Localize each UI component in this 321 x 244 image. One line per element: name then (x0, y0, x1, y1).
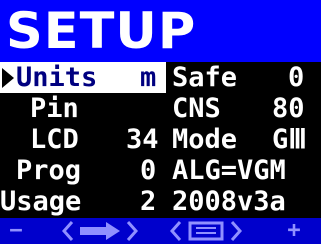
lcd-label: LCD (30, 124, 79, 155)
menu-row-units[interactable]: Units m Safe 0 (0, 62, 321, 93)
safe-value: 0 (288, 62, 305, 93)
menu-icon (170, 221, 243, 241)
mode-value: GⅢ (272, 124, 307, 155)
menu-button[interactable] (170, 218, 246, 244)
menu-row-lcd[interactable]: LCD 34 Mode GⅢ (0, 124, 321, 155)
cursor-arrow-icon (2, 68, 14, 88)
lcd-value: 34 (126, 124, 159, 155)
dive-computer-screen: SETUP Units m Safe 0 Pin CNS 80 LCD 34 M… (0, 0, 321, 244)
pin-label: Pin (30, 93, 79, 124)
prog-label: Prog (16, 155, 82, 186)
usage-value: 2 (140, 186, 157, 217)
next-button[interactable] (62, 218, 144, 244)
setup-menu: Units m Safe 0 Pin CNS 80 LCD 34 Mode GⅢ… (0, 62, 321, 218)
title-bar: SETUP (0, 0, 321, 62)
next-arrow-icon (62, 221, 139, 241)
menu-row-usage[interactable]: Usage 2 2008v3a (0, 186, 321, 217)
plus-button[interactable]: + (284, 218, 304, 244)
minus-button[interactable]: − (6, 218, 26, 244)
menu-row-pin[interactable]: Pin CNS 80 (0, 93, 321, 124)
usage-label: Usage (0, 186, 82, 217)
menu-row-prog[interactable]: Prog 0 ALG=VGM (0, 155, 321, 186)
firmware-version: 2008v3a (172, 186, 286, 217)
button-bar: − + (0, 218, 321, 244)
units-value: m (140, 62, 157, 93)
algorithm-label: ALG=VGM (172, 155, 286, 186)
page-title: SETUP (6, 2, 197, 60)
cns-value: 80 (272, 93, 305, 124)
prog-value: 0 (140, 155, 157, 186)
